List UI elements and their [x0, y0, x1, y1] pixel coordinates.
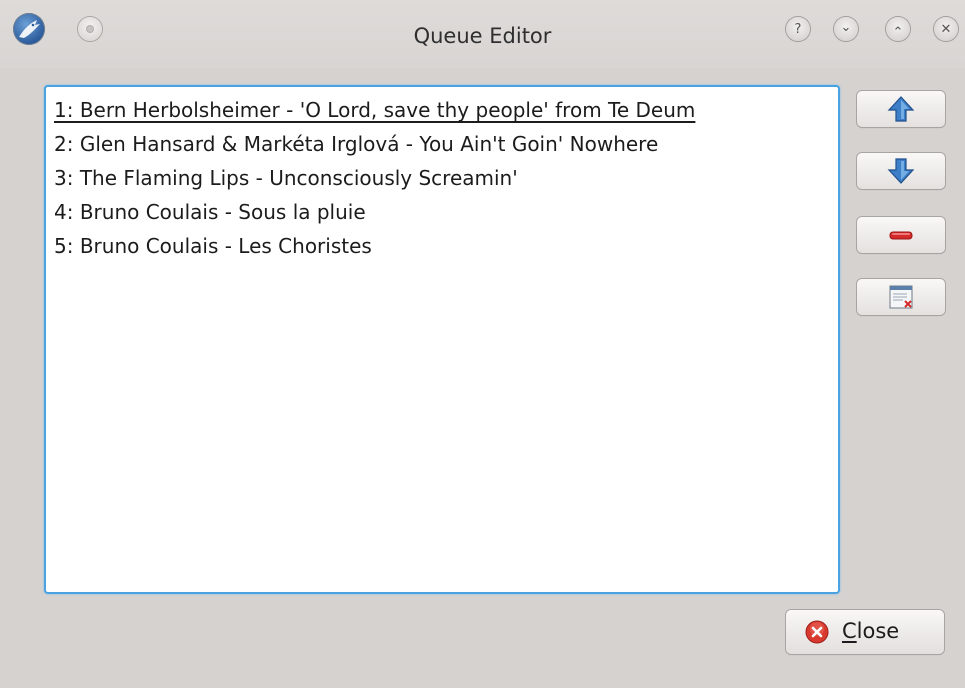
queue-item-2[interactable]: 2: Glen Hansard & Markéta Irglová - You …: [54, 127, 834, 161]
queue-item-5[interactable]: 5: Bruno Coulais - Les Choristes: [54, 229, 834, 263]
titlebar[interactable]: Queue Editor ? ⌄ ⌃ ✕: [0, 0, 965, 68]
window-title: Queue Editor: [413, 24, 552, 48]
close-button-label: Close: [842, 619, 899, 643]
minimize-icon[interactable]: ⌄: [834, 17, 858, 41]
close-label-rest: lose: [856, 619, 900, 643]
close-glyph: ✕: [940, 21, 952, 37]
help-icon[interactable]: ?: [786, 17, 810, 41]
arrow-down-icon: [887, 158, 915, 184]
queue-item-label: 2: Glen Hansard & Markéta Irglová - You …: [54, 132, 659, 156]
maximize-glyph: ⌃: [892, 24, 904, 40]
queue-list-items: 1: Bern Herbolsheimer - 'O Lord, save th…: [54, 93, 834, 263]
queue-editor-window: Queue Editor ? ⌄ ⌃ ✕ 1: Bern Herbolsheim…: [0, 0, 965, 688]
arrow-up-icon: [887, 96, 915, 122]
clear-queue-button[interactable]: [857, 279, 945, 315]
minimize-glyph: ⌄: [840, 19, 852, 35]
queue-item-label: 5: Bruno Coulais - Les Choristes: [54, 234, 372, 258]
move-up-button[interactable]: [857, 91, 945, 127]
remove-icon: [889, 231, 913, 240]
queue-item-label: 1: Bern Herbolsheimer - 'O Lord, save th…: [54, 98, 696, 122]
queue-item-3[interactable]: 3: The Flaming Lips - Unconsciously Scre…: [54, 161, 834, 195]
move-down-button[interactable]: [857, 153, 945, 189]
queue-item-1[interactable]: 1: Bern Herbolsheimer - 'O Lord, save th…: [54, 93, 834, 127]
queue-list[interactable]: 1: Bern Herbolsheimer - 'O Lord, save th…: [44, 85, 840, 594]
queue-item-label: 3: The Flaming Lips - Unconsciously Scre…: [54, 166, 518, 190]
queue-item-4[interactable]: 4: Bruno Coulais - Sous la pluie: [54, 195, 834, 229]
queue-item-label: 4: Bruno Coulais - Sous la pluie: [54, 200, 366, 224]
close-window-icon[interactable]: ✕: [934, 17, 958, 41]
remove-button[interactable]: [857, 217, 945, 253]
close-mnemonic: C: [842, 619, 857, 643]
clear-queue-icon: [889, 285, 913, 309]
dialog-close-icon: [805, 620, 829, 644]
maximize-icon[interactable]: ⌃: [886, 17, 910, 41]
help-glyph: ?: [794, 21, 802, 37]
close-button[interactable]: Close: [786, 610, 944, 654]
